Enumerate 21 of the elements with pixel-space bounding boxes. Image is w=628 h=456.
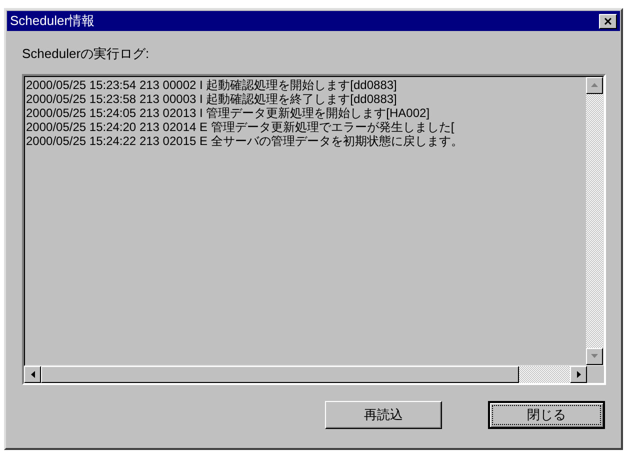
scrollbar-thumb[interactable] (41, 366, 519, 382)
dialog-button[interactable]: 閉じる (488, 400, 605, 428)
close-button[interactable]: × (599, 14, 617, 28)
vertical-scrollbar[interactable] (586, 76, 603, 364)
scroll-right-button[interactable] (570, 366, 587, 382)
log-line: 2000/05/25 15:24:20 213 02014 E 管理データ更新処理でエラーが発生しました[ (26, 120, 454, 134)
up-arrow-icon (591, 83, 598, 87)
log-line: 2000/05/25 15:24:05 213 02013 I 管理データ更新処理を開始します[HA002] (26, 106, 430, 120)
window-title: Scheduler情報 (10, 12, 95, 30)
scroll-left-button[interactable] (24, 366, 41, 382)
log-line: 2000/05/25 15:24:22 213 02015 E 全サーバの管理データを初期状態に戻します。 (26, 134, 463, 148)
scroll-up-button[interactable] (586, 76, 603, 94)
down-arrow-icon (591, 354, 598, 358)
horizontal-scrollbar[interactable] (24, 366, 587, 382)
log-line: 2000/05/25 15:23:58 213 00003 I 起動確認処理を終了します[dd0883] (26, 92, 397, 106)
log-line: 2000/05/25 15:23:54 213 00002 I 起動確認処理を開始します[dd0883] (26, 78, 397, 92)
log-label: Schedulerの実行ログ: (22, 45, 150, 63)
scroll-down-button[interactable] (586, 348, 603, 364)
dialog-button[interactable]: 再読込 (325, 400, 442, 428)
left-arrow-icon (30, 370, 34, 378)
right-arrow-icon (576, 370, 580, 378)
